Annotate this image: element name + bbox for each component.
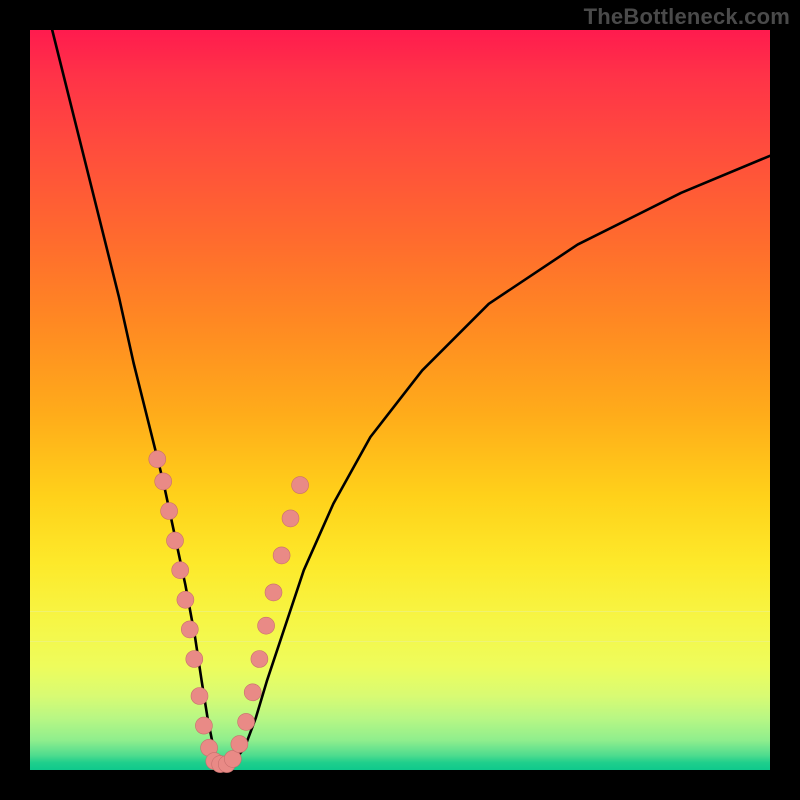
marker-dot <box>172 562 189 579</box>
marker-dot <box>195 717 212 734</box>
marker-dot <box>161 503 178 520</box>
marker-dot <box>273 547 290 564</box>
marker-dot <box>231 736 248 753</box>
marker-dot <box>224 750 241 767</box>
highlight-markers <box>149 451 309 773</box>
marker-dot <box>258 617 275 634</box>
marker-dot <box>251 651 268 668</box>
marker-dot <box>265 584 282 601</box>
marker-dot <box>238 713 255 730</box>
marker-dot <box>282 510 299 527</box>
watermark-text: TheBottleneck.com <box>584 4 790 30</box>
marker-dot <box>155 473 172 490</box>
marker-dot <box>181 621 198 638</box>
marker-dot <box>244 684 261 701</box>
marker-dot <box>177 591 194 608</box>
marker-dot <box>191 688 208 705</box>
plot-area <box>30 30 770 770</box>
marker-dot <box>167 532 184 549</box>
marker-dot <box>186 651 203 668</box>
marker-dot <box>292 477 309 494</box>
v-curve-line <box>52 30 770 766</box>
chart-frame: TheBottleneck.com <box>0 0 800 800</box>
curve-layer <box>30 30 770 770</box>
marker-dot <box>149 451 166 468</box>
